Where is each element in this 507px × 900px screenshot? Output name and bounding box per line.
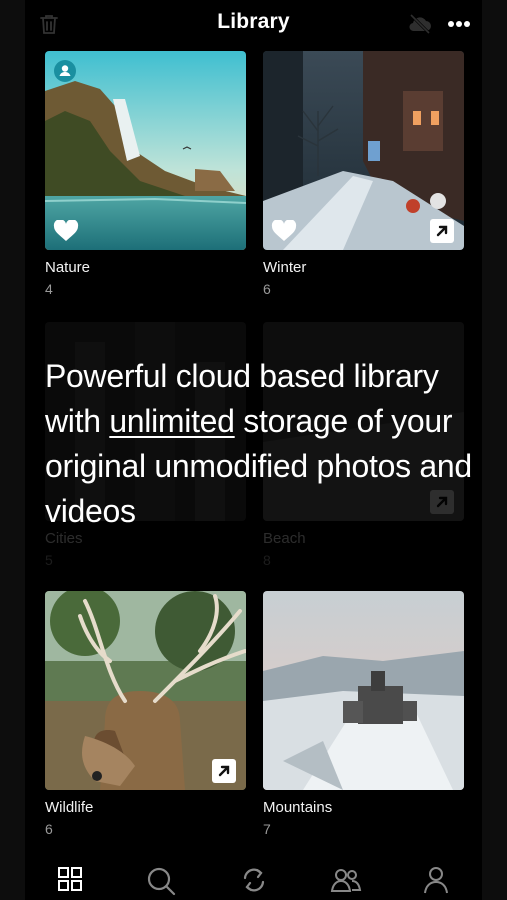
favorite-heart-icon[interactable] — [53, 219, 79, 247]
album-count: 7 — [263, 821, 271, 837]
promo-emphasis: unlimited — [109, 403, 235, 439]
right-bezel — [482, 0, 507, 900]
album-name: Nature — [45, 259, 91, 276]
album-count: 6 — [45, 821, 53, 837]
search-icon[interactable] — [146, 866, 180, 900]
library-screen: Library Nature 4 Winter 6 Cities 5 Beach… — [25, 0, 482, 900]
profile-icon[interactable] — [423, 866, 457, 900]
favorite-heart-icon[interactable] — [271, 219, 297, 247]
cloud-off-icon[interactable] — [407, 12, 433, 36]
tab-bar — [25, 852, 482, 900]
people-icon[interactable] — [330, 866, 364, 900]
album-name: Winter — [263, 259, 307, 276]
shared-user-icon — [54, 60, 76, 82]
shared-link-icon — [212, 759, 236, 783]
album-card-winter[interactable]: Winter 6 — [263, 51, 464, 301]
album-count: 4 — [45, 281, 53, 297]
more-icon[interactable] — [446, 12, 472, 36]
album-count: 5 — [45, 552, 53, 568]
header: Library — [25, 0, 482, 48]
album-card-mountains[interactable]: Mountains 7 — [263, 591, 464, 841]
album-name: Wildlife — [45, 799, 94, 816]
album-card-wildlife[interactable]: Wildlife 6 — [45, 591, 246, 841]
shared-link-icon — [430, 219, 454, 243]
album-count: 8 — [263, 552, 271, 568]
grid-icon[interactable] — [57, 866, 91, 900]
album-thumbnail — [263, 591, 464, 790]
album-name: Mountains — [263, 799, 333, 816]
album-count: 6 — [263, 281, 271, 297]
promo-text: Powerful cloud based library with unlimi… — [45, 354, 475, 534]
album-card-nature[interactable]: Nature 4 — [45, 51, 246, 301]
sync-icon[interactable] — [240, 866, 274, 900]
left-bezel — [0, 0, 25, 900]
